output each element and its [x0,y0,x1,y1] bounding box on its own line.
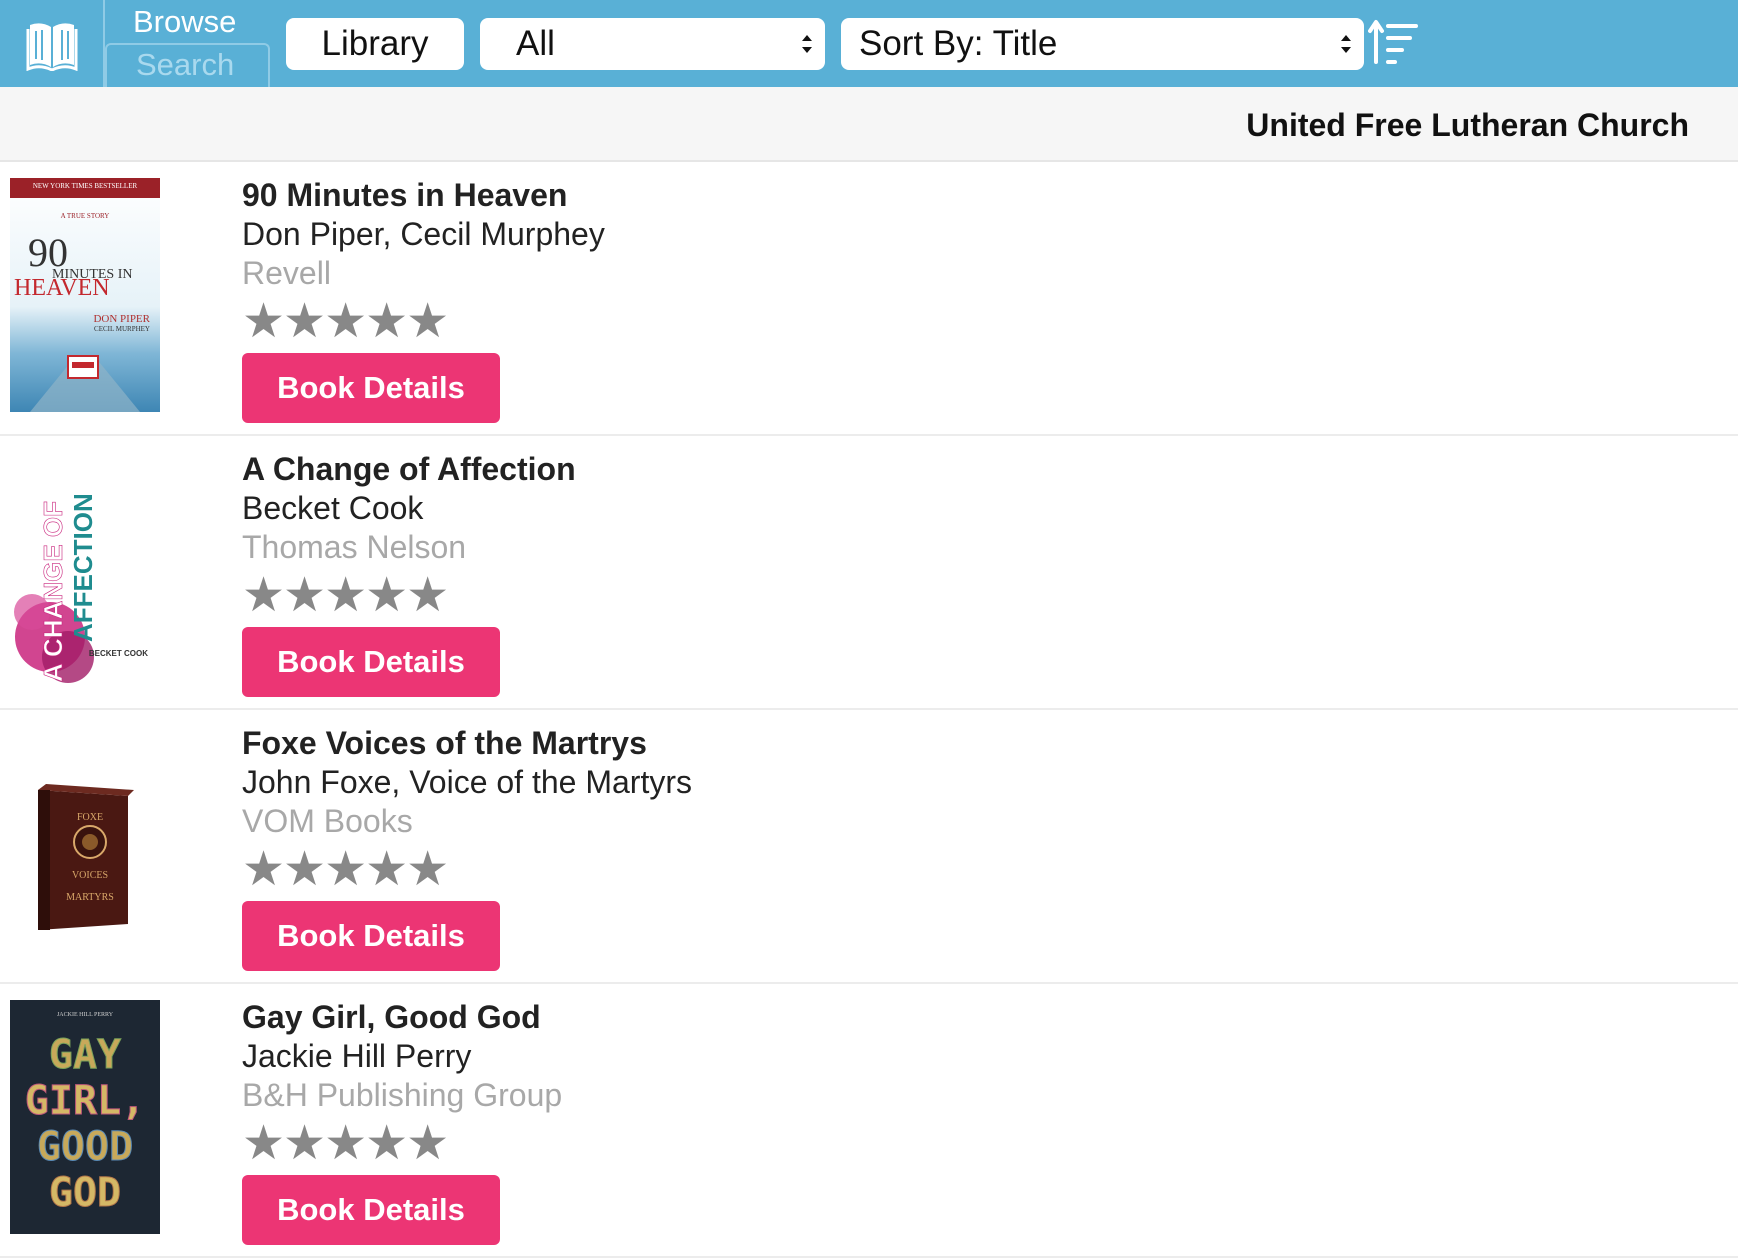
top-toolbar: Browse Search Library All Sort By: Title [0,0,1738,87]
book-details-button[interactable]: Book Details [242,901,500,971]
library-button[interactable]: Library [286,18,464,70]
book-cover[interactable]: NEW YORK TIMES BESTSELLER A TRUE STORY 9… [10,178,160,412]
book-cover[interactable]: JACKIE HILL PERRY GAY GIRL, GOOD GOD [10,1000,160,1234]
filter-select-value: All [516,24,555,63]
star-rating: ★★★★★ [242,295,449,348]
book-info: A Change of Affection Becket Cook Thomas… [242,450,576,697]
cover-text: NEW YORK TIMES BESTSELLER [33,182,138,190]
book-author: Becket Cook [242,490,424,526]
book-publisher: VOM Books [242,803,413,839]
book-publisher: Thomas Nelson [242,529,467,565]
cover-text: GOOD [37,1124,133,1170]
mode-tabs: Browse Search [105,0,270,87]
filter-select[interactable]: All [480,18,825,70]
cover-text: GIRL, [25,1078,145,1124]
cover-text: VOICES [72,870,108,881]
book-row: NEW YORK TIMES BESTSELLER A TRUE STORY 9… [0,162,1738,436]
sort-ascending-icon[interactable] [1368,18,1420,66]
cover-text: JACKIE HILL PERRY [57,1012,114,1018]
cover-text: FOXE [77,812,103,823]
tab-search[interactable]: Search [105,43,270,87]
book-title[interactable]: A Change of Affection [242,450,576,489]
cover-text: A CHANGE OF [38,501,68,682]
cover-text: AFFECTION [68,493,98,642]
star-rating: ★★★★★ [242,843,449,896]
book-row: A CHANGE OF AFFECTION BECKET COOK A Chan… [0,436,1738,710]
sort-select[interactable]: Sort By: Title [841,18,1364,70]
library-name: United Free Lutheran Church [1246,107,1689,143]
star-rating: ★★★★★ [242,1117,449,1170]
cover-text: GAY [49,1032,121,1078]
cover-text: BECKET COOK [89,649,148,658]
sort-select-value: Sort By: Title [859,24,1058,63]
book-title[interactable]: Foxe Voices of the Martrys [242,724,692,763]
select-arrows-icon [1341,35,1351,53]
book-cover[interactable]: A CHANGE OF AFFECTION BECKET COOK [10,452,160,686]
book-cover[interactable]: FOXE VOICES MARTYRS [10,726,160,960]
book-title[interactable]: 90 Minutes in Heaven [242,176,605,215]
open-book-icon[interactable] [0,0,103,87]
tab-browse[interactable]: Browse [105,0,270,43]
cover-text: MARTYRS [66,892,114,903]
book-info: Gay Girl, Good God Jackie Hill Perry B&H… [242,998,562,1245]
book-details-button[interactable]: Book Details [242,627,500,697]
star-rating: ★★★★★ [242,569,449,622]
cover-text: HEAVEN [14,275,110,301]
cover-text: CECIL MURPHEY [94,325,150,333]
book-author: John Foxe, Voice of the Martyrs [242,764,692,800]
cover-text: A TRUE STORY [61,212,110,220]
book-info: 90 Minutes in Heaven Don Piper, Cecil Mu… [242,176,605,423]
library-header: United Free Lutheran Church [0,87,1738,162]
book-list: NEW YORK TIMES BESTSELLER A TRUE STORY 9… [0,162,1738,1258]
cover-text: GOD [49,1170,121,1216]
select-arrows-icon [802,35,812,53]
cover-text: DON PIPER [93,313,150,325]
book-info: Foxe Voices of the Martrys John Foxe, Vo… [242,724,692,971]
book-details-button[interactable]: Book Details [242,1175,500,1245]
book-details-button[interactable]: Book Details [242,353,500,423]
book-row: FOXE VOICES MARTYRS Foxe Voices of the M… [0,710,1738,984]
book-author: Jackie Hill Perry [242,1038,472,1074]
book-row: JACKIE HILL PERRY GAY GIRL, GOOD GOD Gay… [0,984,1738,1258]
book-publisher: Revell [242,255,331,291]
book-title[interactable]: Gay Girl, Good God [242,998,562,1037]
book-publisher: B&H Publishing Group [242,1077,563,1113]
book-author: Don Piper, Cecil Murphey [242,216,605,252]
